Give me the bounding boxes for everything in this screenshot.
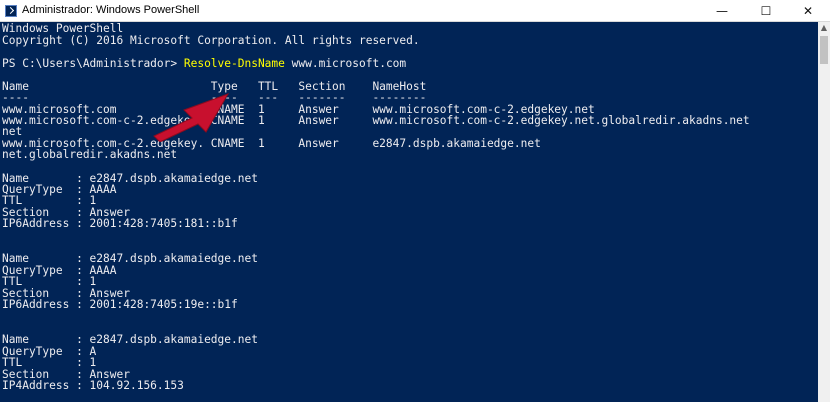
table-row: www.microsoft.com-c-2.edgekey. CNAME 1 A… — [2, 114, 750, 127]
command-name: Resolve-DnsName — [183, 57, 285, 70]
console-output[interactable]: Windows PowerShell Copyright (C) 2016 Mi… — [0, 22, 818, 402]
powershell-icon — [5, 5, 17, 17]
table-row-wrap: net.globalredir.akadns.net — [2, 148, 178, 161]
window-title: Administrador: Windows PowerShell — [22, 4, 200, 16]
command-argument: www.microsoft.com — [284, 57, 407, 70]
console-prompt-line: PS C:\Users\Administrador> Resolve-DnsNa… — [2, 58, 406, 70]
record-address: IP6Address : 2001:428:7405:181::b1f — [2, 217, 238, 230]
arrow-annotation-icon — [153, 93, 230, 142]
scrollbar-thumb[interactable] — [820, 36, 828, 64]
record-address: IP6Address : 2001:428:7405:19e::b1f — [2, 298, 238, 311]
record-address: IP4Address : 104.92.156.153 — [2, 379, 184, 392]
prompt-path: PS C:\Users\Administrador> — [2, 57, 184, 70]
close-button[interactable]: ✕ — [786, 0, 830, 22]
scroll-up-icon[interactable]: ▲ — [818, 22, 830, 34]
minimize-button[interactable]: — — [700, 0, 744, 22]
window-titlebar: Administrador: Windows PowerShell — ☐ ✕ — [0, 0, 830, 22]
console-line: Copyright (C) 2016 Microsoft Corporation… — [2, 34, 420, 47]
maximize-button[interactable]: ☐ — [744, 0, 788, 22]
vertical-scrollbar[interactable]: ▲ — [818, 22, 830, 402]
